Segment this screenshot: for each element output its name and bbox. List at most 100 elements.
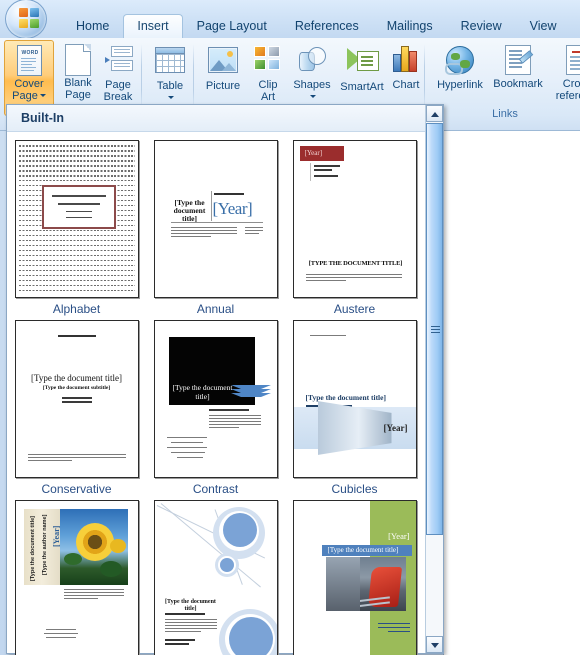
table-icon [154,47,186,79]
cross-reference-label: Cross-reference [555,78,580,102]
cross-reference-button[interactable]: Cross-reference [548,40,580,102]
orb-square-yellow [19,19,28,28]
conservative-title-text: [Type the document title] [30,373,123,383]
thumbnail-conservative: [Type the document title] [Type the docu… [14,320,139,478]
ribbon-tabs: Home Insert Page Layout References Maili… [62,13,571,39]
gallery-row: [Type the document title] [Type the auth… [7,496,425,655]
gallery-item-contrast[interactable]: [Type the document title] Contrast [146,316,285,496]
austere-title-text: [TYPE THE DOCUMENT TITLE] [308,260,403,267]
gallery-item-alphabet[interactable]: Alphabet [7,136,146,316]
smartart-icon [346,48,379,80]
table-button[interactable]: Table [146,40,194,104]
austere-year-banner: [Year] [299,146,344,161]
motion-train-photo [325,557,406,611]
bookmark-label: Bookmark [493,78,543,90]
thumbnail-exposure: [Type the document title] [Type the auth… [14,500,139,655]
orb-square-green [30,19,39,28]
document-page-area [443,131,580,655]
blank-page-icon [62,44,94,76]
clip-art-button[interactable]: Clip Art [247,40,289,103]
contrast-chevron-icon [230,385,271,399]
gallery-item-cubicles[interactable]: [Type the document title] [Year] Cubicle… [285,316,424,496]
cover-page-label-line2: Page [12,89,38,102]
conservative-subtitle-text: [Type the document subtitle] [42,385,111,391]
office-button[interactable] [2,0,48,40]
orb-square-orange [19,8,28,17]
bookmark-button[interactable]: Bookmark [488,40,548,91]
tab-page-layout[interactable]: Page Layout [183,14,281,38]
chart-label: Chart [392,79,420,91]
chevron-down-icon[interactable] [310,95,316,99]
gallery-row: Alphabet [Type the document title] [Year… [7,136,425,316]
hyperlink-label: Hyperlink [437,79,483,91]
smartart-button[interactable]: SmartArt [335,40,389,94]
mod-title-text: [Type the document title] [165,599,216,612]
tab-view[interactable]: View [516,14,571,38]
thumbnail-mod: [Type the document title] [153,500,278,655]
gallery-scrollbar[interactable] [425,105,443,653]
contrast-title-text: [Type the document title] [172,383,233,401]
picture-button[interactable]: Picture [197,40,249,93]
thumbnail-austere: [Year] [TYPE THE DOCUMENT TITLE] [292,140,417,298]
gallery-item-mod[interactable]: [Type the document title] Mod [146,496,285,655]
scroll-down-button[interactable] [426,636,443,653]
exposure-author-vertical: [Type the author name] [41,514,48,575]
hyperlink-button[interactable]: Hyperlink [432,40,488,92]
tab-mailings[interactable]: Mailings [373,14,447,38]
motion-title-text: [Type the document title] [327,546,399,554]
thumbnail-cubicles: [Type the document title] [Year] [292,320,417,478]
tab-home[interactable]: Home [62,14,123,38]
gallery-item-conservative[interactable]: [Type the document title] [Type the docu… [7,316,146,496]
shapes-button[interactable]: Shapes [287,40,337,103]
cubicles-graphic: [Year] [293,397,416,459]
scroll-up-arrow-icon [431,112,439,117]
shapes-icon [296,46,328,78]
page-break-label-line1: Page [105,79,131,91]
gallery-item-label: Austere [333,302,376,316]
gallery-item-exposure[interactable]: [Type the document title] [Type the auth… [7,496,146,655]
cover-page-icon: WORD [13,45,45,77]
gallery-item-austere[interactable]: [Year] [TYPE THE DOCUMENT TITLE] Austere [285,136,424,316]
gallery-item-label: Cubicles [331,482,378,496]
tab-references[interactable]: References [281,14,373,38]
shapes-label: Shapes [293,79,331,91]
clip-art-icon [252,46,284,78]
exposure-title-vertical: [Type the document title] [29,516,36,581]
austere-year-text: [Year] [304,149,323,157]
picture-icon [207,47,239,79]
group-separator [193,44,194,110]
chevron-down-icon[interactable] [168,96,174,100]
scrollbar-grip-icon [431,326,440,333]
chart-icon [390,46,422,78]
scroll-up-button[interactable] [426,105,443,122]
cross-reference-icon [563,45,580,77]
gallery-item-annual[interactable]: [Type the document title] [Year] Annual [146,136,285,316]
page-break-button[interactable]: Page Break [94,40,142,103]
gallery-item-label: Conservative [41,482,112,496]
chart-button[interactable]: Chart [385,40,427,92]
exposure-sunflower-photo [59,509,128,585]
chevron-down-icon[interactable] [39,94,46,98]
tab-insert[interactable]: Insert [123,14,183,39]
scrollbar-thumb[interactable] [426,123,443,535]
office-orb-icon [5,0,47,39]
gallery-item-motion[interactable]: [Year] [Type the document title] [285,496,424,655]
gallery-items-container: Alphabet [Type the document title] [Year… [7,132,425,655]
page-break-icon [102,46,134,78]
word-application-window: Home Insert Page Layout References Maili… [0,0,580,655]
title-bar: Home Insert Page Layout References Maili… [0,0,580,40]
clip-art-label-line1: Clip [258,79,278,91]
gallery-section-header: Built-In [7,105,443,132]
gallery-item-label: Annual [196,302,235,316]
gallery-row: [Type the document title] [Type the docu… [7,316,425,496]
page-break-label-line2: Break [103,90,133,103]
bookmark-icon [502,45,534,77]
exposure-year-vertical: [Year] [51,525,61,547]
contrast-black-block: [Type the document title] [168,337,271,405]
group-separator [141,44,142,110]
alphabet-title-box [41,185,116,229]
tab-review[interactable]: Review [447,14,516,38]
motion-title-bar: [Type the document title] [321,545,412,556]
thumbnail-annual: [Type the document title] [Year] [153,140,278,298]
thumbnail-contrast: [Type the document title] [153,320,278,478]
